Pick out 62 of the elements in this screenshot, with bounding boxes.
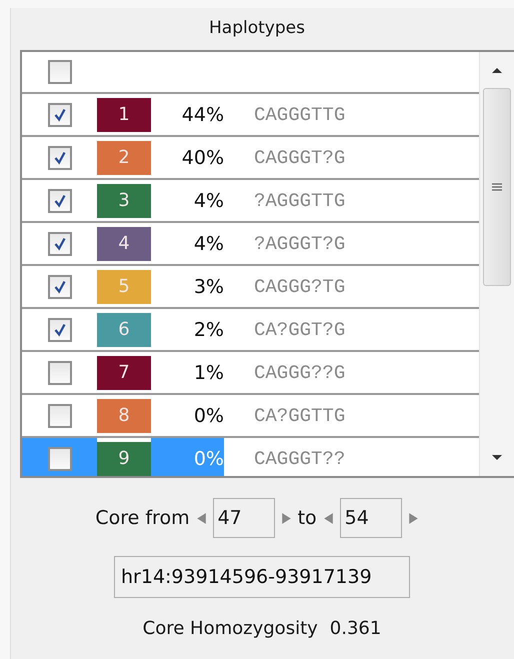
core-to-field[interactable]: 54 xyxy=(340,498,402,538)
core-to-label: to xyxy=(298,507,317,529)
sequence-text: CAGGG??G xyxy=(254,362,346,384)
checkbox[interactable] xyxy=(48,360,72,384)
scroll-thumb[interactable] xyxy=(483,88,511,286)
haplotype-row[interactable]: 3 4% ?AGGGTTG xyxy=(22,180,479,223)
checkbox[interactable] xyxy=(48,318,72,342)
checkbox[interactable] xyxy=(48,60,72,84)
scrollbar[interactable] xyxy=(479,52,514,476)
checkbox[interactable] xyxy=(48,146,72,170)
sequence-text: CAGGGT?? xyxy=(254,448,346,470)
left-arrow-icon[interactable] xyxy=(196,512,207,524)
color-swatch: 6 xyxy=(97,312,151,346)
percent-text: 1% xyxy=(192,360,224,386)
color-swatch: 4 xyxy=(97,226,151,260)
haplotype-row[interactable]: 4 4% ?AGGGT?G xyxy=(22,223,479,266)
color-swatch: 3 xyxy=(97,184,151,218)
color-swatch: 8 xyxy=(97,398,151,432)
haplotype-row[interactable]: 2 40% CAGGGT?G xyxy=(22,137,479,180)
grip-icon xyxy=(492,183,502,191)
haplotype-row[interactable]: 7 1% CAGGG??G xyxy=(22,352,479,395)
homozygosity-value: 0.361 xyxy=(330,618,382,639)
percent-text: 0% xyxy=(192,404,224,428)
color-swatch: 7 xyxy=(97,356,151,390)
color-swatch: 5 xyxy=(97,270,151,304)
core-from-field[interactable]: 47 xyxy=(212,498,275,538)
sequence-text: CAGGGT?G xyxy=(254,146,346,168)
percent-text: 4% xyxy=(192,232,224,256)
sequence-text: ?AGGGT?G xyxy=(254,232,346,254)
percent-text: 40% xyxy=(180,146,224,170)
color-swatch: 9 xyxy=(97,442,151,476)
percent-text: 4% xyxy=(192,188,224,214)
sequence-text: CA?GGTTG xyxy=(254,404,346,426)
homozygosity-label: Core Homozygosity xyxy=(142,618,318,639)
haplotype-row[interactable]: 1 44% CAGGGTTG xyxy=(22,94,479,137)
sequence-text: CAGGG?TG xyxy=(254,276,346,298)
sequence-text: CAGGGTTG xyxy=(254,104,346,126)
color-swatch: 2 xyxy=(97,140,151,174)
color-swatch: 1 xyxy=(97,98,151,132)
percent-text: 3% xyxy=(192,274,224,300)
haplotype-row[interactable]: 9 0% CAGGGT?? xyxy=(22,438,479,476)
core-from-label: Core from xyxy=(95,507,190,529)
region-field[interactable]: hr14:93914596-93917139 xyxy=(114,556,410,598)
percent-text: 0% xyxy=(151,438,224,476)
scroll-down-icon[interactable] xyxy=(491,454,503,462)
checkbox[interactable] xyxy=(48,232,72,256)
right-arrow-icon[interactable] xyxy=(408,512,419,524)
checkbox[interactable] xyxy=(48,274,72,298)
haplotype-row[interactable]: 5 3% CAGGG?TG xyxy=(22,266,479,309)
checkbox[interactable] xyxy=(48,102,72,126)
haplotype-row[interactable]: 6 2% CA?GGT?G xyxy=(22,309,479,352)
checkbox[interactable] xyxy=(48,188,72,212)
panel-title: Haplotypes xyxy=(208,17,306,40)
percent-text: 2% xyxy=(192,318,224,342)
scroll-up-icon[interactable] xyxy=(491,66,503,74)
left-arrow-icon[interactable] xyxy=(322,512,334,524)
right-arrow-icon[interactable] xyxy=(280,512,292,524)
percent-text: 44% xyxy=(180,102,224,128)
sequence-text: CA?GGT?G xyxy=(254,318,346,340)
sequence-text: ?AGGGTTG xyxy=(254,190,346,212)
checkbox[interactable] xyxy=(48,446,72,470)
checkbox[interactable] xyxy=(48,404,72,428)
